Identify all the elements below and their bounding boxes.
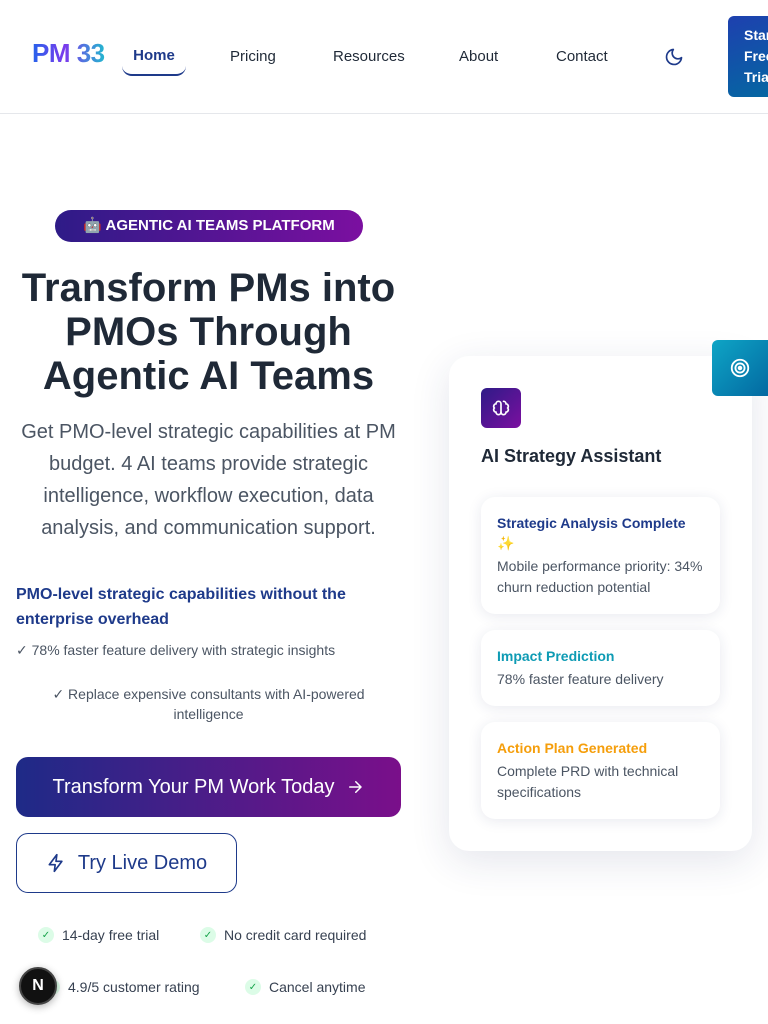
cta-label: Transform Your PM Work Today — [52, 775, 335, 798]
hero-subtitle: Get PMO-level strategic capabilities at … — [21, 421, 396, 539]
dev-tools-badge[interactable]: N — [19, 967, 57, 1005]
top-nav: PM 33 Home Pricing Resources About Conta… — [0, 0, 768, 114]
nav-resources[interactable]: Resources — [333, 46, 405, 68]
platform-badge: 🤖 AGENTIC AI TEAMS PLATFORM — [55, 210, 363, 242]
perk-item: ✓ Cancel anytime — [245, 977, 366, 997]
hero-tagline: PMO-level strategic capabilities without… — [16, 586, 346, 628]
insight-body: Mobile performance priority: 34% churn r… — [497, 558, 703, 595]
insight-heading: Strategic Analysis Complete ✨ — [497, 515, 686, 551]
insight-card: Impact Prediction 78% faster feature del… — [481, 630, 720, 706]
check-icon: ✓ — [200, 927, 216, 943]
insight-heading: Action Plan Generated — [497, 740, 648, 756]
try-live-demo-button[interactable]: Try Live Demo — [16, 833, 237, 893]
insight-card: Action Plan Generated Complete PRD with … — [481, 722, 720, 819]
brain-icon — [481, 388, 521, 428]
perk-item: ✓ 4.9/5 customer rating — [44, 977, 200, 997]
benefit-item: ✓ Replace expensive consultants with AI-… — [52, 686, 365, 722]
lightning-icon — [48, 853, 63, 873]
feedback-tab[interactable] — [712, 340, 768, 396]
card-title: AI Strategy Assistant — [481, 446, 662, 466]
nav-contact[interactable]: Contact — [556, 46, 608, 68]
check-icon: ✓ — [38, 927, 54, 943]
benefit-item: ✓ 78% faster feature delivery with strat… — [16, 642, 336, 658]
nav-pricing[interactable]: Pricing — [230, 46, 276, 68]
insight-body: Complete PRD with technical specificatio… — [497, 763, 679, 800]
insight-heading: Impact Prediction — [497, 648, 615, 664]
moon-icon[interactable] — [664, 47, 684, 67]
demo-label: Try Live Demo — [77, 851, 208, 874]
target-icon — [730, 358, 750, 378]
transform-cta-button[interactable]: Transform Your PM Work Today — [16, 757, 401, 817]
arrow-right-icon — [349, 781, 363, 793]
start-free-trial-button[interactable]: Start Free Trial — [728, 16, 768, 97]
check-icon: ✓ — [245, 979, 261, 995]
insight-card: Strategic Analysis Complete ✨ Mobile per… — [481, 497, 720, 614]
nav-home[interactable]: Home — [122, 38, 186, 76]
hero-title: Transform PMs into PMOs Through Agentic … — [21, 266, 396, 398]
perk-item: ✓ 14-day free trial — [38, 925, 159, 945]
ai-strategy-card: AI Strategy Assistant Strategic Analysis… — [449, 356, 752, 851]
perk-item: ✓ No credit card required — [200, 925, 366, 945]
insight-body: 78% faster feature delivery — [497, 671, 664, 687]
logo[interactable]: PM 33 — [32, 38, 105, 69]
nav-about[interactable]: About — [459, 46, 498, 68]
